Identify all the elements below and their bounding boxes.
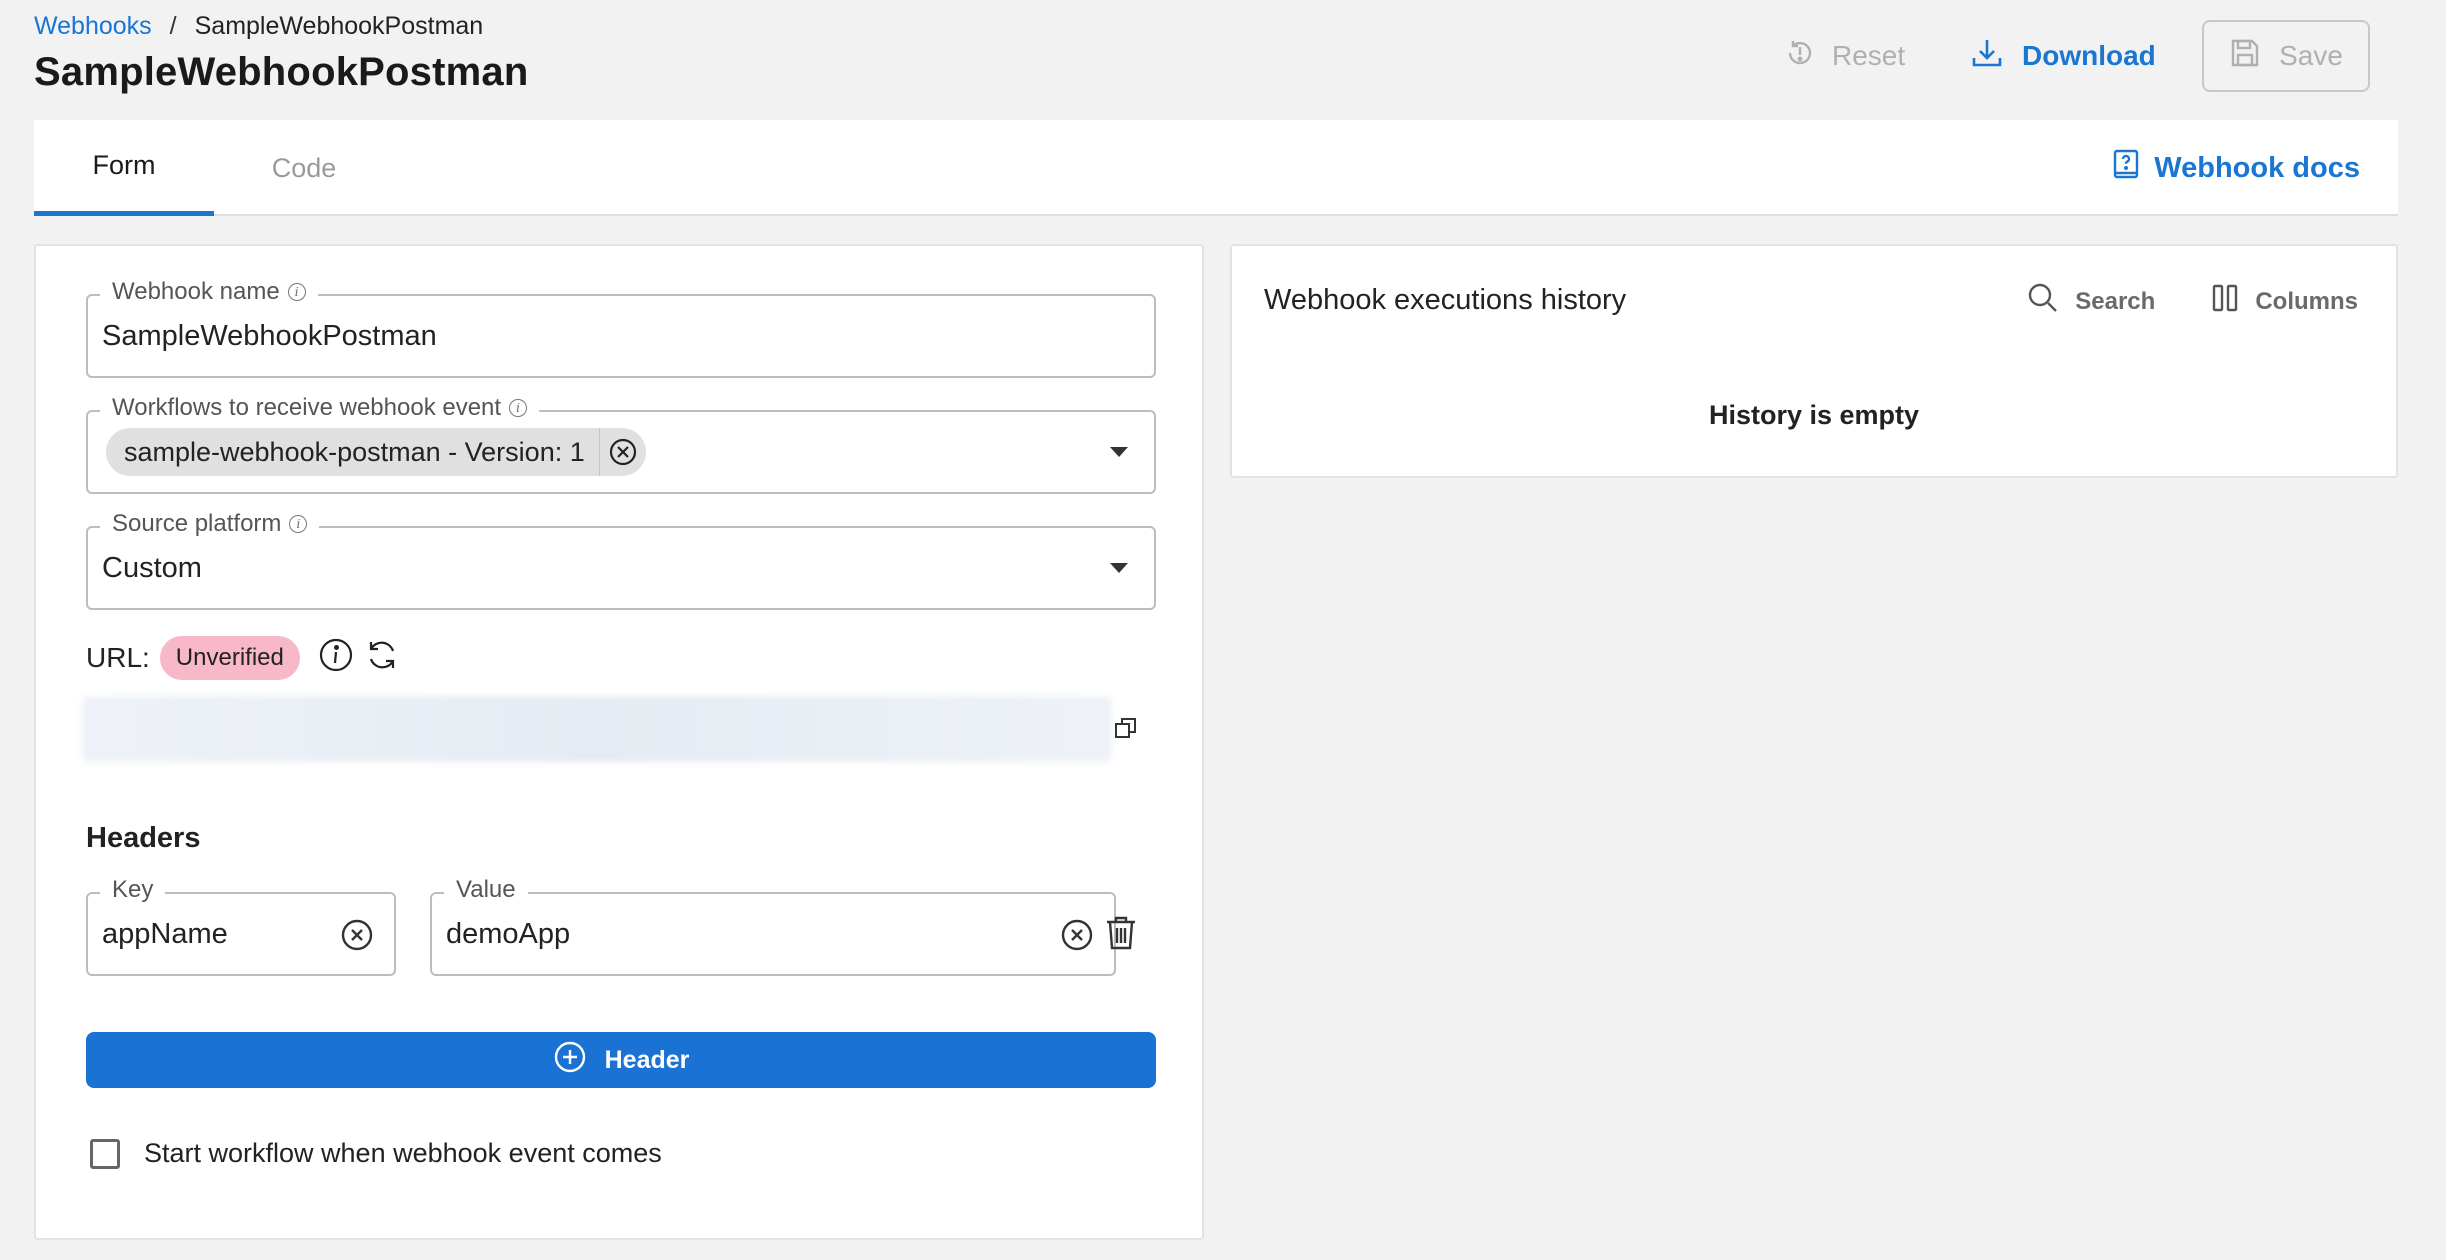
chevron-down-icon[interactable] <box>1110 447 1128 457</box>
save-icon <box>2229 37 2261 76</box>
clear-icon[interactable] <box>340 918 374 957</box>
plus-circle-icon <box>553 1040 587 1081</box>
breadcrumb-webhooks-link[interactable]: Webhooks <box>34 12 152 41</box>
source-platform-select[interactable]: Source platform i Custom <box>86 510 1156 610</box>
executions-history-panel: Webhook executions history Search Column… <box>1230 244 2398 478</box>
history-columns-label: Columns <box>2255 287 2358 315</box>
webhook-form-panel: Webhook name i SampleWebhookPostman Work… <box>34 244 1204 1240</box>
save-button[interactable]: Save <box>2202 20 2370 92</box>
reset-label: Reset <box>1832 40 1906 71</box>
webhook-docs-link[interactable]: Webhook docs <box>2112 120 2360 216</box>
header-value-field[interactable]: Value demoApp <box>430 876 1116 976</box>
search-icon <box>2027 282 2059 321</box>
header-key-field[interactable]: Key appName <box>86 876 396 976</box>
page-title: SampleWebhookPostman <box>34 50 529 94</box>
history-title: Webhook executions history <box>1264 284 1627 316</box>
header-value-value: demoApp <box>446 917 571 950</box>
history-search-label: Search <box>2075 287 2156 315</box>
url-value-redacted <box>82 696 1112 762</box>
workflows-select[interactable]: Workflows to receive webhook event i sam… <box>86 394 1156 494</box>
refresh-icon[interactable] <box>364 637 400 680</box>
reset-button[interactable]: Reset <box>1784 30 1905 82</box>
tab-code[interactable]: Code <box>214 120 394 216</box>
workflow-chip: sample-webhook-postman - Version: 1 <box>106 428 646 476</box>
download-button[interactable]: Download <box>1970 30 2156 82</box>
download-icon <box>1970 36 2004 77</box>
source-platform-value: Custom <box>102 551 202 584</box>
add-header-label: Header <box>604 1045 690 1074</box>
webhook-name-field[interactable]: Webhook name i SampleWebhookPostman <box>86 278 1156 378</box>
history-empty-message: History is empty <box>1708 400 1920 430</box>
breadcrumb-current: SampleWebhookPostman <box>194 12 484 40</box>
breadcrumb-separator: / <box>169 12 177 40</box>
tabs-bar: Form Code Webhook docs <box>34 120 2398 216</box>
history-columns-button[interactable]: Columns <box>2211 283 2358 320</box>
reset-icon <box>1784 37 1816 76</box>
save-label: Save <box>2279 40 2343 71</box>
history-toolbar: Search Columns <box>2027 282 2358 321</box>
columns-icon <box>2211 283 2239 320</box>
status-badge: Unverified <box>159 636 300 680</box>
start-workflow-label[interactable]: Start workflow when webhook event comes <box>144 1138 662 1169</box>
workflow-chip-label: sample-webhook-postman - Version: 1 <box>124 428 600 476</box>
url-row: URL: Unverified <box>86 636 400 680</box>
info-icon[interactable] <box>318 637 354 680</box>
add-header-button[interactable]: Header <box>86 1032 1156 1088</box>
copy-icon[interactable] <box>1114 716 1138 745</box>
book-icon <box>2112 149 2140 187</box>
url-label: URL: <box>86 642 150 673</box>
history-search-button[interactable]: Search <box>2027 282 2155 321</box>
webhook-docs-label: Webhook docs <box>2154 151 2360 184</box>
headers-title: Headers <box>86 822 201 854</box>
breadcrumb: Webhooks / SampleWebhookPostman <box>34 12 483 41</box>
chip-remove-icon[interactable] <box>600 428 646 476</box>
info-icon[interactable]: i <box>289 515 308 533</box>
webhook-name-value: SampleWebhookPostman <box>102 319 437 352</box>
download-label: Download <box>2022 40 2156 71</box>
workflows-chips: sample-webhook-postman - Version: 1 <box>106 412 646 492</box>
chevron-down-icon[interactable] <box>1110 563 1128 573</box>
header-key-value: appName <box>102 917 228 950</box>
trash-icon[interactable] <box>1104 914 1138 957</box>
tab-form[interactable]: Form <box>34 120 214 216</box>
start-workflow-option: Start workflow when webhook event comes <box>90 1138 662 1169</box>
start-workflow-checkbox[interactable] <box>90 1138 120 1169</box>
clear-icon[interactable] <box>1060 918 1094 957</box>
